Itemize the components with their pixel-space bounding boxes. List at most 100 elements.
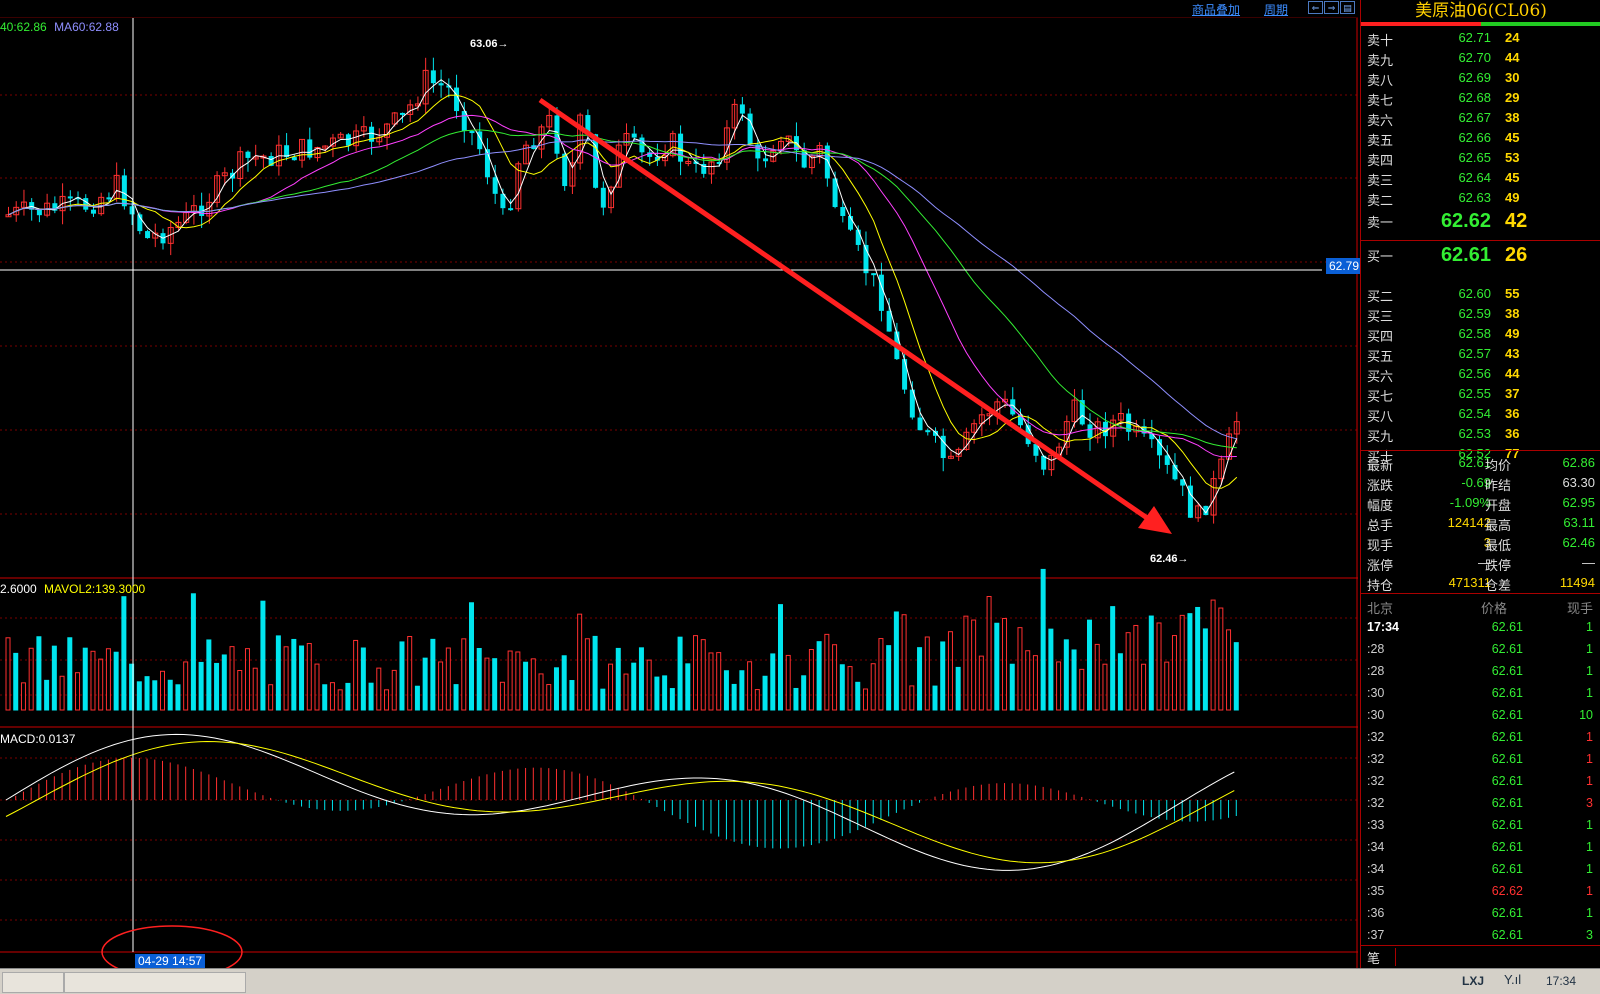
tick-price: 62.61 — [1491, 818, 1523, 832]
layout-icon[interactable]: ▤ — [1340, 1, 1355, 14]
contract-title[interactable]: 美原油06(CL06) — [1361, 0, 1600, 22]
title-bar-green — [1481, 22, 1600, 26]
mavol2-legend: MAVOL2:139.3000 — [44, 582, 146, 596]
volume-bar — [1087, 619, 1092, 711]
volume-bar — [901, 614, 907, 711]
tick-volume: 1 — [1586, 818, 1593, 832]
next-icon[interactable]: ⇒ — [1324, 1, 1339, 14]
ask-row[interactable]: 卖五 62.66 45 — [1361, 128, 1600, 148]
bid-row[interactable]: 买四 62.58 49 — [1361, 324, 1600, 344]
stat-label: 涨跌 — [1367, 478, 1394, 493]
candle-body — [129, 206, 135, 215]
ma40-line — [8, 129, 1237, 449]
stat-value-2: 63.30 — [1562, 475, 1595, 490]
overlay-link[interactable]: 商品叠加 — [1192, 1, 1240, 18]
prev-icon[interactable]: ⇐ — [1308, 1, 1323, 14]
ask-row[interactable]: 卖一 62.62 42 — [1361, 210, 1600, 232]
stats-divider — [1361, 450, 1600, 451]
ask-row[interactable]: 卖六 62.67 38 — [1361, 108, 1600, 128]
bid-row[interactable]: 买九 62.53 36 — [1361, 424, 1600, 444]
volume-bar — [1110, 606, 1116, 711]
ask-price: 62.69 — [1458, 70, 1491, 85]
bid-row[interactable]: 买五 62.57 43 — [1361, 344, 1600, 364]
volume-bar — [36, 636, 42, 711]
ask-row[interactable]: 卖八 62.69 30 — [1361, 68, 1600, 88]
bid-row[interactable]: 买八 62.54 36 — [1361, 404, 1600, 424]
bid-volume: 49 — [1505, 326, 1520, 341]
volume-bar — [955, 666, 961, 711]
stat-value-2: 62.86 — [1562, 455, 1595, 470]
volume-bar — [13, 652, 19, 711]
tick-row[interactable]: :30 62.61 10 — [1361, 705, 1600, 727]
tick-row[interactable]: :28 62.61 1 — [1361, 639, 1600, 661]
volume-bar — [978, 655, 984, 711]
status-cell[interactable] — [2, 972, 64, 993]
ask-row[interactable]: 卖七 62.68 29 — [1361, 88, 1600, 108]
ask-row[interactable]: 卖二 62.63 49 — [1361, 188, 1600, 208]
tick-time: :32 — [1367, 730, 1385, 744]
ask-volume: 45 — [1505, 130, 1520, 145]
ask-volume: 49 — [1505, 190, 1520, 205]
candle-body — [840, 207, 846, 216]
tick-row[interactable]: :34 62.61 1 — [1361, 837, 1600, 859]
tick-row[interactable]: :36 62.61 1 — [1361, 903, 1600, 925]
bid-row[interactable]: 买七 62.55 37 — [1361, 384, 1600, 404]
volume-bar — [206, 639, 212, 711]
tick-row[interactable]: :34 62.61 1 — [1361, 859, 1600, 881]
tick-row[interactable]: :33 62.61 1 — [1361, 815, 1600, 837]
tab-ticks[interactable]: 笔 — [1367, 948, 1380, 967]
tick-row[interactable]: :32 62.61 1 — [1361, 749, 1600, 771]
ask-row[interactable]: 卖三 62.64 45 — [1361, 168, 1600, 188]
stat-label: 持仓 — [1367, 578, 1394, 593]
bid-row[interactable]: 买六 62.56 44 — [1361, 364, 1600, 384]
volume-bar — [1179, 614, 1185, 711]
volume-bar — [167, 679, 173, 711]
volume-bar — [476, 648, 482, 711]
tick-price: 62.61 — [1491, 664, 1523, 678]
tick-price: 62.61 — [1491, 730, 1523, 744]
tick-price: 62.61 — [1491, 796, 1523, 810]
volume-bar — [337, 689, 343, 711]
volume-bar — [530, 658, 536, 711]
tick-row[interactable]: :30 62.61 1 — [1361, 683, 1600, 705]
tick-row[interactable]: 17:34 62.61 1 — [1361, 617, 1600, 639]
volume-bar — [445, 647, 451, 711]
stat-value: 471311 — [1448, 575, 1491, 590]
window-buttons: ⇐ ⇒ ▤ — [1308, 1, 1355, 15]
volume-bar — [1195, 606, 1201, 711]
bid-volume: 44 — [1505, 366, 1520, 381]
status-cell-2[interactable] — [64, 972, 246, 993]
bid-row[interactable]: 买二 62.60 55 — [1361, 284, 1600, 304]
volume-bar — [1071, 649, 1077, 711]
volume-bar — [553, 667, 559, 711]
volume-bar — [121, 596, 127, 711]
tick-price: 62.61 — [1491, 642, 1523, 656]
ask-row[interactable]: 卖十 62.71 24 — [1361, 28, 1600, 48]
tick-row[interactable]: :35 62.62 1 — [1361, 881, 1600, 903]
bid-row[interactable]: 买一 62.61 26 — [1361, 244, 1600, 266]
volume-bar — [1102, 663, 1108, 711]
ask-row[interactable]: 卖九 62.70 44 — [1361, 48, 1600, 68]
volume-bar — [492, 658, 498, 711]
tick-row[interactable]: :32 62.61 1 — [1361, 771, 1600, 793]
volume-bar — [384, 689, 390, 711]
candle-body — [454, 87, 460, 112]
tick-row[interactable]: :37 62.61 3 — [1361, 925, 1600, 947]
chart-area[interactable]: 商品叠加 周期 ⇐ ⇒ ▤ 40:62.86 MA60:62.88 2.6000… — [0, 0, 1363, 968]
volume-bar — [360, 647, 366, 711]
tick-row[interactable]: :28 62.61 1 — [1361, 661, 1600, 683]
period-link[interactable]: 周期 — [1264, 1, 1288, 18]
volume-bar — [870, 663, 876, 711]
ask-volume: 42 — [1505, 210, 1528, 232]
tick-row[interactable]: :32 62.61 1 — [1361, 727, 1600, 749]
clock-label: 17:34 — [1546, 974, 1577, 988]
bid-row[interactable]: 买三 62.59 38 — [1361, 304, 1600, 324]
candlestick-chart[interactable] — [0, 0, 1358, 968]
volume-bar — [693, 635, 699, 711]
volume-bar — [28, 647, 34, 711]
candle-body — [917, 417, 923, 431]
tick-row[interactable]: :32 62.61 3 — [1361, 793, 1600, 815]
quote-panel: 美原油06(CL06) 卖十 62.71 24 卖九 62.70 44 卖八 6… — [1360, 0, 1600, 968]
ma-legend: 40:62.86 MA60:62.88 — [0, 20, 119, 34]
ask-row[interactable]: 卖四 62.65 53 — [1361, 148, 1600, 168]
